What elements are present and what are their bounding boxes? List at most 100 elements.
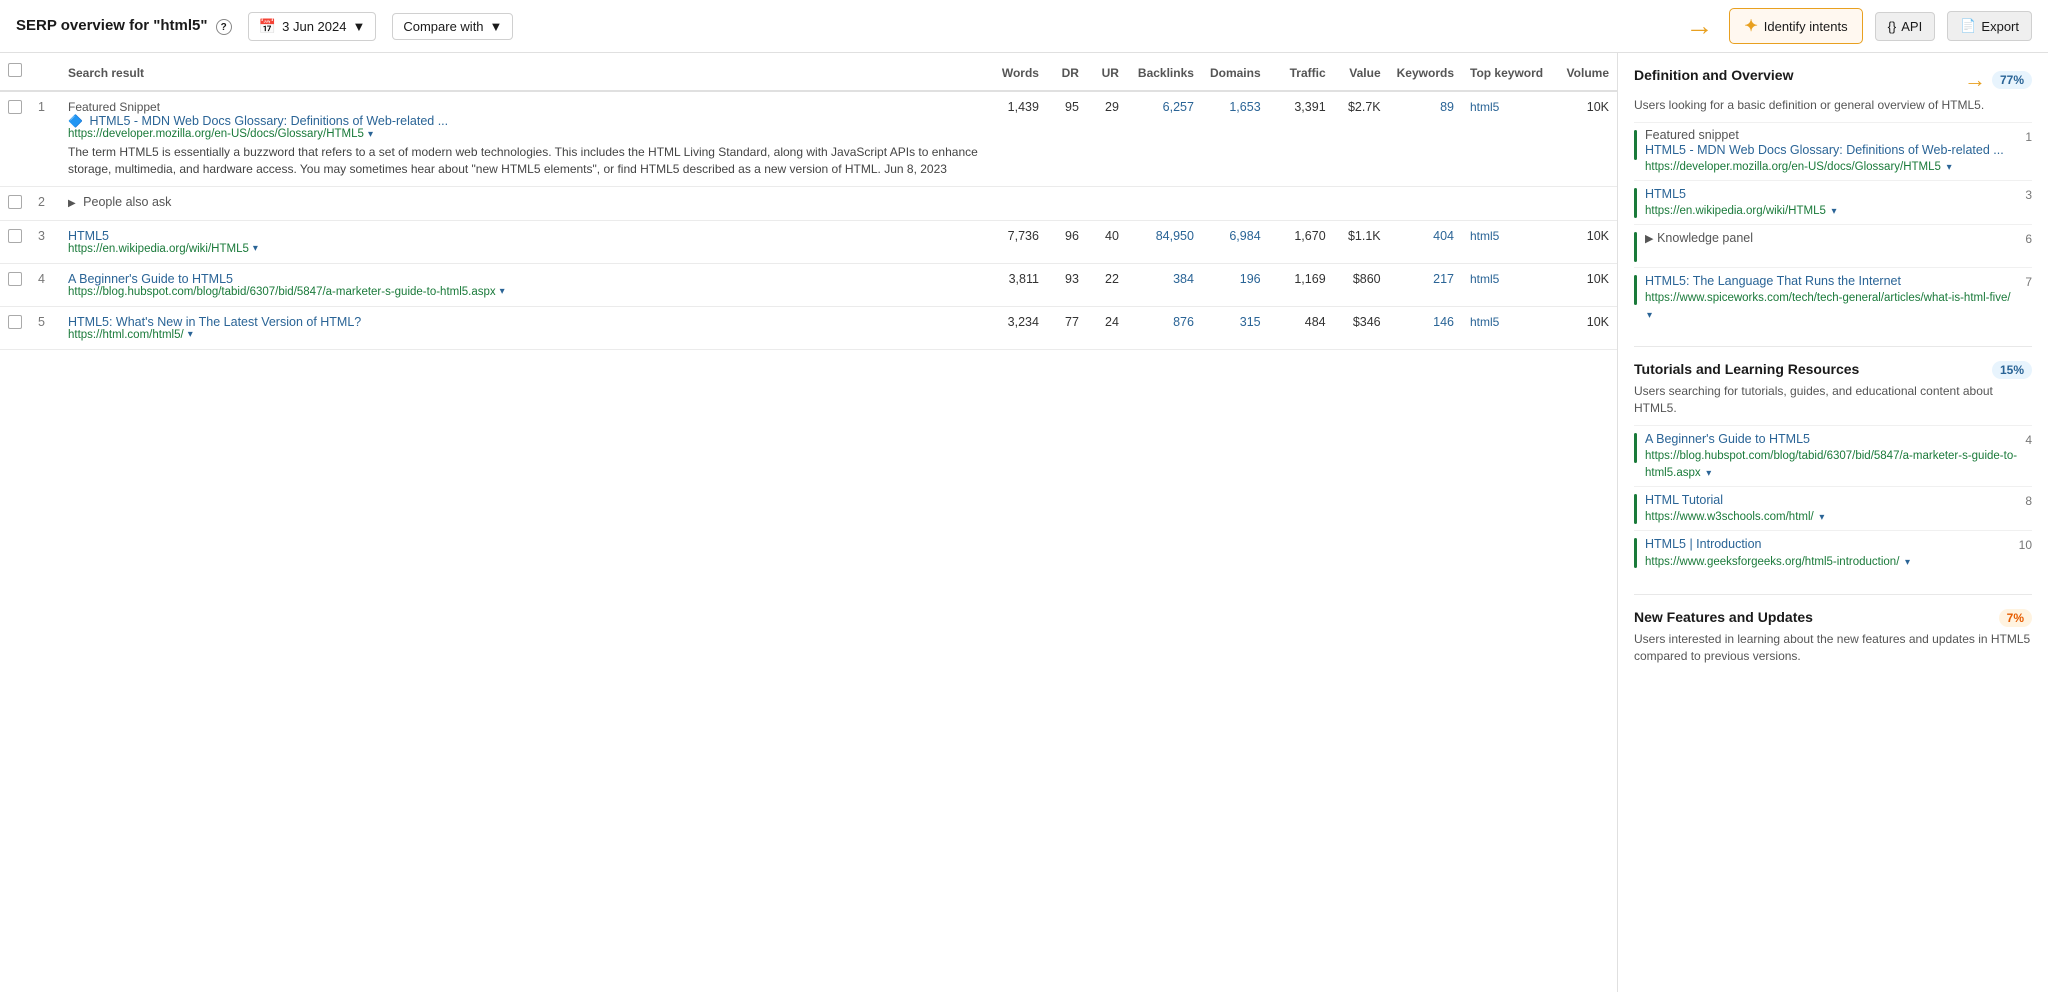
result-link[interactable]: HTML5 - MDN Web Docs Glossary: Definitio… [89,114,448,128]
result-title-row: A Beginner's Guide to HTML5 [68,272,979,286]
intent-header-new-features: New Features and Updates 7% [1634,609,2032,627]
results-table: Search result Words DR UR Backlinks Doma… [0,53,1617,350]
page-title: SERP overview for "html5" ? [16,17,232,36]
chevron-down-icon: ▼ [352,19,365,34]
intent-item-link[interactable]: HTML5: The Language That Runs the Intern… [1645,274,1901,288]
th-volume[interactable]: Volume [1552,53,1617,91]
intent-item-num: 6 [2025,230,2032,246]
row-keywords: 146 [1389,306,1462,349]
api-button[interactable]: {} API [1875,12,1936,41]
intent-item-content: Featured snippet HTML5 - MDN Web Docs Gl… [1645,128,2004,175]
intent-item-url[interactable]: https://developer.mozilla.org/en-US/docs… [1645,161,1941,173]
triangle-icon: ▶ [1645,233,1653,245]
row-volume: 10K [1552,263,1617,306]
row-domains: 315 [1202,306,1269,349]
url-dropdown-icon: ▾ [1832,206,1837,217]
result-url[interactable]: https://html.com/html5/ [68,329,184,341]
th-keywords[interactable]: Keywords [1389,53,1462,91]
row-checkbox[interactable] [8,315,22,329]
select-all-checkbox[interactable] [8,63,22,77]
result-url[interactable]: https://developer.mozilla.org/en-US/docs… [68,128,364,140]
url-dropdown-icon[interactable]: ▾ [500,286,505,297]
help-icon[interactable]: ? [216,19,232,35]
result-title-row: HTML5 [68,229,979,243]
th-top-keyword[interactable]: Top keyword [1462,53,1552,91]
row-checkbox[interactable] [8,272,22,286]
row-num: 3 [30,220,60,263]
intent-item-url[interactable]: https://en.wikipedia.org/wiki/HTML5 [1645,205,1826,217]
header: SERP overview for "html5" ? 📅 3 Jun 2024… [0,0,2048,53]
url-dropdown-icon[interactable]: ▾ [188,329,193,340]
row-checkbox[interactable] [8,229,22,243]
result-title-row: 🔷 HTML5 - MDN Web Docs Glossary: Definit… [68,114,979,128]
identify-intents-button[interactable]: ✦ Identify intents [1729,8,1862,44]
th-words[interactable]: Words [987,53,1047,91]
intent-item-left: HTML5: The Language That Runs the Intern… [1634,273,2017,321]
row-value: $1.1K [1334,220,1389,263]
table-row: 2 ▶ People also ask [0,186,1617,220]
main-layout: Search result Words DR UR Backlinks Doma… [0,53,2048,992]
date-picker[interactable]: 📅 3 Jun 2024 ▼ [248,12,377,41]
green-bar [1634,188,1637,218]
intent-title-definition: Definition and Overview [1634,67,1793,83]
intent-item-link[interactable]: HTML5 | Introduction [1645,537,1762,551]
th-domains[interactable]: Domains [1202,53,1269,91]
intent-item-left: Featured snippet HTML5 - MDN Web Docs Gl… [1634,128,2004,175]
th-num [30,53,60,91]
row-result: A Beginner's Guide to HTML5 https://blog… [60,263,987,306]
intent-title-new-features: New Features and Updates [1634,609,1813,625]
th-checkbox[interactable] [0,53,30,91]
result-link[interactable]: A Beginner's Guide to HTML5 [68,272,233,286]
intent-items-tutorials: A Beginner's Guide to HTML5 https://blog… [1634,425,2032,575]
intent-item-num: 3 [2025,186,2032,202]
url-dropdown-icon[interactable]: ▾ [368,129,373,140]
intent-item-num: 10 [2019,536,2032,552]
green-bar [1634,130,1637,160]
intent-item-url[interactable]: https://www.w3schools.com/html/ [1645,511,1814,523]
th-search-result[interactable]: Search result [60,53,987,91]
right-panel: Definition and Overview → 77% Users look… [1618,53,2048,992]
intent-items-definition: Featured snippet HTML5 - MDN Web Docs Gl… [1634,122,2032,327]
url-row: https://html.com/html5/ ▾ [68,329,979,341]
row-traffic: 484 [1269,306,1334,349]
th-traffic[interactable]: Traffic [1269,53,1334,91]
result-link[interactable]: HTML5 [68,229,109,243]
intent-item-link[interactable]: HTML5 - MDN Web Docs Glossary: Definitio… [1645,143,2004,157]
intent-item-link[interactable]: HTML Tutorial [1645,493,1723,507]
intent-item: A Beginner's Guide to HTML5 https://blog… [1634,425,2032,486]
featured-snippet-label: Featured Snippet [68,100,979,114]
row-num: 4 [30,263,60,306]
row-checkbox[interactable] [8,195,22,209]
th-backlinks[interactable]: Backlinks [1127,53,1202,91]
url-dropdown-icon[interactable]: ▾ [253,243,258,254]
export-button[interactable]: 📄 Export [1947,11,2032,41]
row-num: 5 [30,306,60,349]
intent-item-url[interactable]: https://www.geeksforgeeks.org/html5-intr… [1645,556,1899,568]
row-traffic: 1,169 [1269,263,1334,306]
row-checkbox[interactable] [8,100,22,114]
result-url[interactable]: https://en.wikipedia.org/wiki/HTML5 [68,243,249,255]
result-link[interactable]: HTML5: What's New in The Latest Version … [68,315,361,329]
intent-desc-definition: Users looking for a basic definition or … [1634,97,2032,114]
intent-item-url[interactable]: https://www.spiceworks.com/tech/tech-gen… [1645,292,2011,304]
row-value: $2.7K [1334,91,1389,186]
th-ur[interactable]: UR [1087,53,1127,91]
result-url[interactable]: https://blog.hubspot.com/blog/tabid/6307… [68,286,496,298]
row-num: 1 [30,91,60,186]
intent-item: HTML5: The Language That Runs the Intern… [1634,267,2032,326]
intent-item-link[interactable]: A Beginner's Guide to HTML5 [1645,432,1810,446]
compare-with-button[interactable]: Compare with ▼ [392,13,513,40]
intent-item-link[interactable]: HTML5 [1645,187,1686,201]
row-checkbox-cell [0,220,30,263]
intent-item-url[interactable]: https://blog.hubspot.com/blog/tabid/6307… [1645,450,2017,479]
page-icon: 🔷 [68,114,83,128]
row-traffic: 1,670 [1269,220,1334,263]
row-volume: 10K [1552,306,1617,349]
intent-item-num: 8 [2025,492,2032,508]
green-bar [1634,433,1637,463]
row-dr: 77 [1047,306,1087,349]
intent-item-content: HTML5 https://en.wikipedia.org/wiki/HTML… [1645,186,1837,219]
th-dr[interactable]: DR [1047,53,1087,91]
th-value[interactable]: Value [1334,53,1389,91]
intent-title-tutorials: Tutorials and Learning Resources [1634,361,1859,377]
